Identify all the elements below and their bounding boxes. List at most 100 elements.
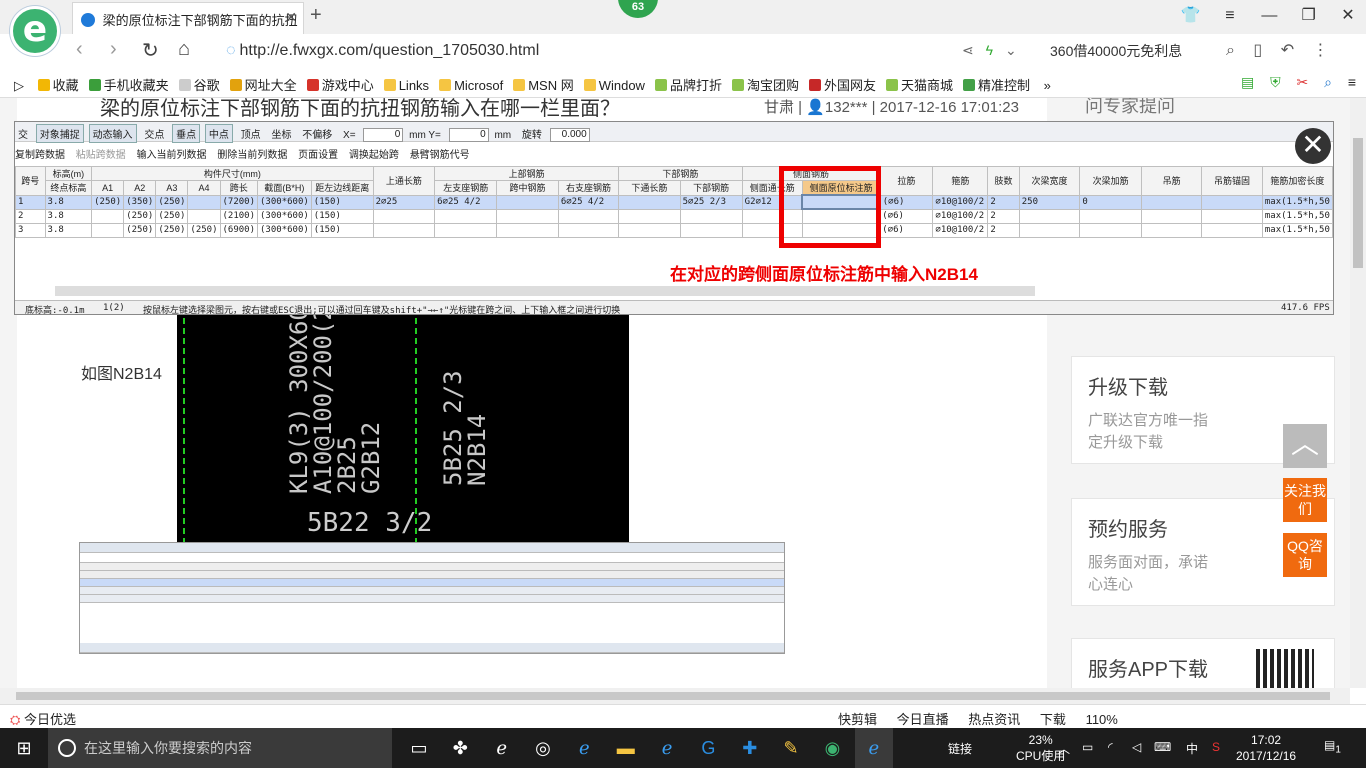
- cell-sec-add[interactable]: 0: [1079, 194, 1142, 210]
- bookmark-item[interactable]: 谷歌: [178, 75, 220, 94]
- cell-a1[interactable]: [91, 208, 125, 224]
- perpendicular-button[interactable]: 垂点: [172, 124, 201, 143]
- cell-a3[interactable]: (250): [155, 222, 189, 238]
- lightning-icon[interactable]: ϟ: [986, 42, 993, 58]
- rotate-input[interactable]: 0.000: [549, 128, 590, 143]
- delete-column-button[interactable]: 删除当前列数据: [217, 146, 287, 161]
- cell-a4[interactable]: [187, 208, 221, 224]
- cell-bot-thru[interactable]: [618, 208, 681, 224]
- cell-stirrup[interactable]: ⌀10@100/2: [932, 208, 989, 224]
- daily-picks-link[interactable]: ⛭ 今日优选: [10, 709, 76, 728]
- quick-edit-link[interactable]: 快剪辑: [838, 712, 877, 727]
- cell-dense[interactable]: max(1.5*h,50: [1261, 222, 1333, 238]
- tab-close-icon[interactable]: ✕: [285, 9, 297, 26]
- more-icon[interactable]: ⋮: [1313, 42, 1329, 59]
- close-overlay-button[interactable]: ✕: [1295, 128, 1331, 164]
- zoom-level[interactable]: 110%: [1086, 712, 1118, 727]
- cell-left[interactable]: 6⌀25 4/2: [434, 194, 498, 210]
- bookmark-item[interactable]: 游戏中心: [306, 75, 374, 94]
- search-icon[interactable]: ⌕: [1324, 74, 1332, 90]
- cell-sec[interactable]: (300*600): [257, 222, 312, 238]
- ie-icon[interactable]: ℯ: [565, 728, 603, 768]
- cell-hanger[interactable]: [1140, 208, 1203, 224]
- cell-a4[interactable]: [187, 194, 221, 210]
- spiral-app-icon[interactable]: ◎: [524, 728, 562, 768]
- cell-hanger[interactable]: [1140, 222, 1203, 238]
- cell-len[interactable]: (6900): [219, 222, 259, 238]
- cell-left[interactable]: [434, 222, 498, 238]
- cell-bot-thru[interactable]: [618, 222, 681, 238]
- back-to-top-button[interactable]: ︿: [1283, 424, 1327, 468]
- cell-mid[interactable]: [496, 194, 559, 210]
- cell-bot[interactable]: [679, 222, 743, 238]
- cell-bot[interactable]: [679, 208, 743, 224]
- windows-start-icon[interactable]: ⊞: [0, 728, 48, 768]
- horizontal-scrollbar[interactable]: [0, 688, 1350, 704]
- cell-a1[interactable]: (250): [91, 194, 125, 210]
- table-row[interactable]: 2 3.8 (250) (250) (2100) (300*600) (150) (⌀6) ⌀1…: [15, 208, 1333, 224]
- cell-top-thru[interactable]: [372, 208, 436, 224]
- table-row[interactable]: 3 3.8 (250) (250) (250) (6900) (300*600) (150)(…: [15, 222, 1333, 238]
- phone-icon[interactable]: ▯: [1253, 42, 1262, 59]
- g-app-icon[interactable]: G: [689, 728, 727, 768]
- vertical-scrollbar[interactable]: [1350, 98, 1366, 688]
- shield-icon[interactable]: ⛨: [1270, 74, 1281, 90]
- download-link[interactable]: 下载: [1040, 712, 1066, 727]
- vertex-button[interactable]: 顶点: [238, 125, 264, 142]
- cell-tie[interactable]: (⌀6): [879, 222, 934, 238]
- cell-a2[interactable]: (350): [123, 194, 157, 210]
- y-input[interactable]: 0: [448, 128, 489, 143]
- bookmark-item[interactable]: 品牌打折: [654, 75, 722, 94]
- maximize-button[interactable]: ❐: [1291, 0, 1327, 32]
- cell-a2[interactable]: (250): [123, 222, 157, 238]
- notes-app-icon[interactable]: ✎: [772, 728, 810, 768]
- cell-span[interactable]: 2: [15, 208, 46, 224]
- cell-legs[interactable]: 2: [987, 222, 1020, 238]
- cell-elev[interactable]: 3.8: [44, 208, 93, 224]
- back-button[interactable]: ‹: [76, 38, 83, 61]
- cell-tie[interactable]: (⌀6): [879, 194, 934, 210]
- cell-stirrup[interactable]: ⌀10@100/2: [932, 222, 989, 238]
- coordinate-button[interactable]: 坐标: [268, 125, 294, 142]
- book-icon[interactable]: ▤: [1241, 74, 1254, 90]
- cell-right[interactable]: 6⌀25 4/2: [557, 194, 620, 210]
- page-setup-button[interactable]: 页面设置: [298, 146, 338, 161]
- live-link[interactable]: 今日直播: [897, 712, 949, 727]
- shirt-icon[interactable]: 👕: [1173, 0, 1209, 32]
- cell-anchor[interactable]: [1201, 222, 1263, 238]
- ask-expert-link[interactable]: 问专家提问: [1085, 98, 1175, 118]
- app-download-box[interactable]: 服务APP下载: [1071, 638, 1335, 688]
- cell-side-inplace[interactable]: [801, 194, 881, 210]
- notification-icon[interactable]: ▤1: [1324, 738, 1341, 755]
- bookmark-item[interactable]: MSN 网: [513, 75, 574, 94]
- cell-a4[interactable]: (250): [187, 222, 221, 238]
- follow-us-button[interactable]: 关注我们: [1283, 478, 1327, 522]
- cell-tie[interactable]: (⌀6): [879, 208, 934, 224]
- plus-app-icon[interactable]: ✚: [731, 728, 769, 768]
- cell-dense[interactable]: max(1.5*h,50: [1261, 208, 1333, 224]
- cell-edge[interactable]: (150): [310, 208, 374, 224]
- scissors-icon[interactable]: ✂: [1296, 74, 1308, 90]
- cell-anchor[interactable]: [1201, 208, 1263, 224]
- home-button[interactable]: ⌂: [178, 38, 190, 61]
- cantilever-code-button[interactable]: 悬臂钢筋代号: [410, 146, 470, 161]
- table-horizontal-scrollbar[interactable]: [55, 286, 1035, 296]
- cell-legs[interactable]: 2: [987, 208, 1020, 224]
- cell-span[interactable]: 1: [15, 194, 46, 210]
- bookmark-item[interactable]: Links: [383, 78, 429, 93]
- undo-icon[interactable]: ↶: [1281, 42, 1294, 59]
- chevron-down-icon[interactable]: ⌄: [1005, 42, 1017, 58]
- cell-sec-add[interactable]: [1079, 222, 1142, 238]
- search-ad-text[interactable]: 360借40000元免利息: [1050, 41, 1182, 61]
- cell-a1[interactable]: [91, 222, 125, 238]
- cell-a3[interactable]: (250): [155, 208, 189, 224]
- search-icon[interactable]: ⌕: [1226, 42, 1235, 59]
- cell-dense[interactable]: max(1.5*h,50: [1261, 194, 1333, 210]
- cell-sec-w[interactable]: [1018, 222, 1081, 238]
- file-explorer-icon[interactable]: ▬: [607, 728, 645, 768]
- battery-icon[interactable]: ▭: [1082, 740, 1093, 754]
- x-input[interactable]: 0: [363, 128, 404, 143]
- new-tab-button[interactable]: +: [310, 4, 322, 27]
- menu-icon[interactable]: ≡: [1348, 74, 1356, 90]
- ime-indicator[interactable]: 中: [1186, 740, 1198, 757]
